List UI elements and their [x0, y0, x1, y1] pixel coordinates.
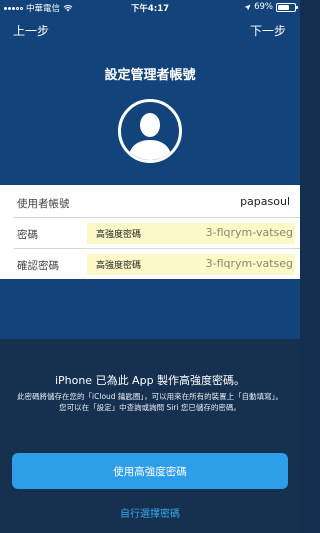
avatar[interactable]: [118, 99, 182, 163]
password-suggestion-sheet: [0, 339, 300, 533]
username-row[interactable]: 使用者帳號 papasoul: [0, 187, 300, 218]
username-label: 使用者帳號: [17, 198, 70, 210]
strong-password-tag: 高強度密碼: [96, 261, 142, 271]
battery-icon: [276, 2, 298, 12]
account-form: 使用者帳號 papasoul 密碼 高強度密碼 3-flqrym-vatseg …: [0, 185, 300, 279]
generated-password: 3-flqrym-vatseg: [205, 226, 293, 239]
choose-own-password-link[interactable]: 自行選擇密碼: [0, 505, 300, 520]
password-field[interactable]: 高強度密碼 3-flqrym-vatseg: [87, 223, 295, 244]
password-label: 密碼: [17, 229, 38, 241]
username-field[interactable]: papasoul: [240, 195, 290, 208]
user-silhouette-icon: [128, 113, 172, 160]
battery-fill: [278, 4, 290, 10]
battery-percent: 69%: [254, 2, 273, 12]
back-button[interactable]: 上一步: [13, 22, 49, 39]
strong-password-tag: 高強度密碼: [96, 230, 142, 240]
sheet-title: iPhone 已為此 App 製作高強度密碼。: [54, 374, 246, 387]
status-bar: 中華電信 下午4:17 69%: [0, 0, 300, 14]
next-button[interactable]: 下一步: [250, 22, 286, 39]
confirm-password-row[interactable]: 確認密碼 高強度密碼 3-flqrym-vatseg: [0, 249, 300, 280]
generated-password: 3-flqrym-vatseg: [205, 257, 293, 270]
status-right: 69%: [244, 2, 298, 12]
confirm-password-field[interactable]: 高強度密碼 3-flqrym-vatseg: [87, 254, 295, 275]
sheet-description: 此密碼將儲存在您的「iCloud 鑰匙圈」，可以用來在所有的裝置上「自動填寫」。…: [17, 392, 283, 412]
confirm-password-label: 確認密碼: [17, 260, 59, 272]
page-title: 設定管理者帳號: [104, 68, 196, 83]
location-arrow-icon: [244, 4, 251, 10]
password-row[interactable]: 密碼 高強度密碼 3-flqrym-vatseg: [0, 218, 300, 249]
use-strong-password-button[interactable]: 使用高強度密碼: [12, 453, 288, 489]
background-gap: [0, 279, 300, 339]
